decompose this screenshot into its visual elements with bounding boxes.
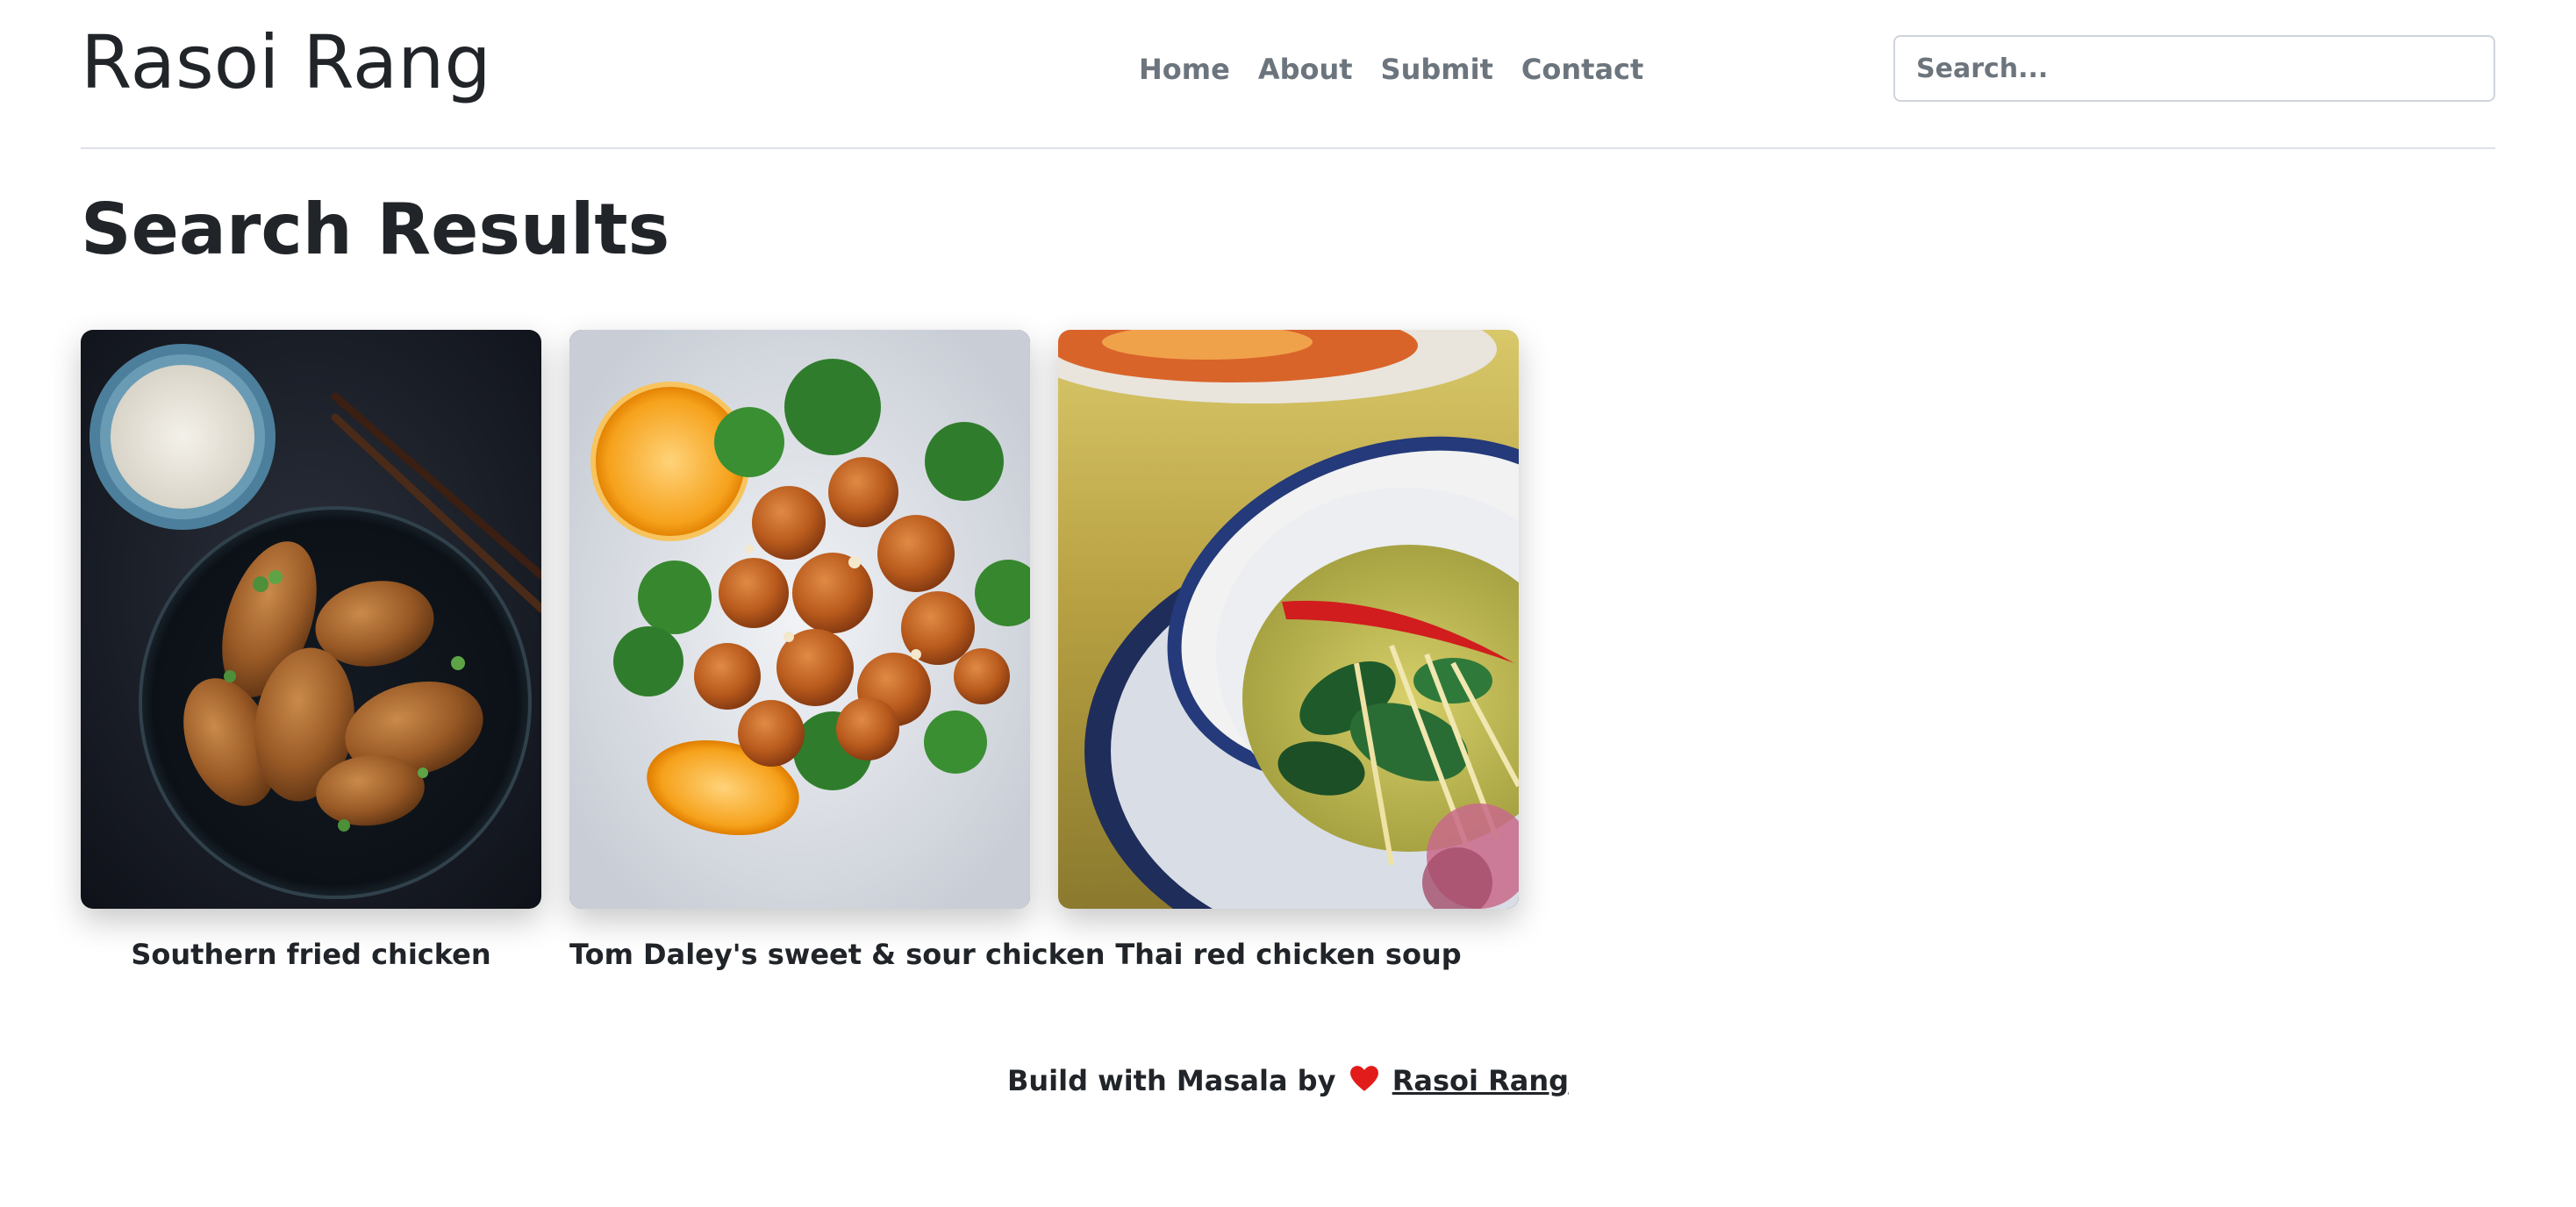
nav-about[interactable]: About bbox=[1244, 46, 1367, 93]
nav-contact[interactable]: Contact bbox=[1507, 46, 1657, 93]
thai-soup-bowl-photo bbox=[1058, 330, 1519, 909]
site-header: Rasoi Rang Home About Submit Contact bbox=[81, 0, 2495, 149]
heart-icon bbox=[1349, 1066, 1378, 1091]
nav-home[interactable]: Home bbox=[1125, 46, 1244, 93]
result-card-title: Thai red chicken soup bbox=[1115, 938, 1462, 971]
main-nav: Home About Submit Contact bbox=[1125, 46, 1657, 93]
site-footer: Build with Masala by Rasoi Rang bbox=[81, 1060, 2495, 1102]
page-title: Search Results bbox=[81, 189, 670, 270]
footer-text: Build with Masala by bbox=[1006, 1064, 1336, 1097]
result-card-southern-fried-chicken[interactable]: Southern fried chicken bbox=[81, 330, 541, 974]
sweet-sour-chicken-photo bbox=[569, 330, 1030, 909]
page: Rasoi Rang Home About Submit Contact Sea… bbox=[0, 0, 2576, 1207]
brand-logo-link[interactable]: Rasoi Rang bbox=[81, 14, 491, 111]
nav-submit[interactable]: Submit bbox=[1367, 46, 1507, 93]
result-card-sweet-sour-chicken[interactable]: Tom Daley's sweet & sour chicken bbox=[569, 330, 1106, 974]
main-container: Rasoi Rang Home About Submit Contact Sea… bbox=[81, 0, 2495, 1097]
fried-chicken-wings-photo bbox=[81, 330, 541, 909]
footer-brand-link[interactable]: Rasoi Rang bbox=[1392, 1064, 1569, 1097]
result-card-title: Southern fried chicken bbox=[131, 938, 491, 971]
search-input[interactable] bbox=[1893, 35, 2495, 102]
results-grid: Southern fried chicken Tom Daley's sweet… bbox=[81, 330, 1519, 974]
result-card-thai-red-chicken-soup[interactable]: Thai red chicken soup bbox=[1058, 330, 1519, 974]
result-card-title: Tom Daley's sweet & sour chicken bbox=[569, 938, 1106, 971]
